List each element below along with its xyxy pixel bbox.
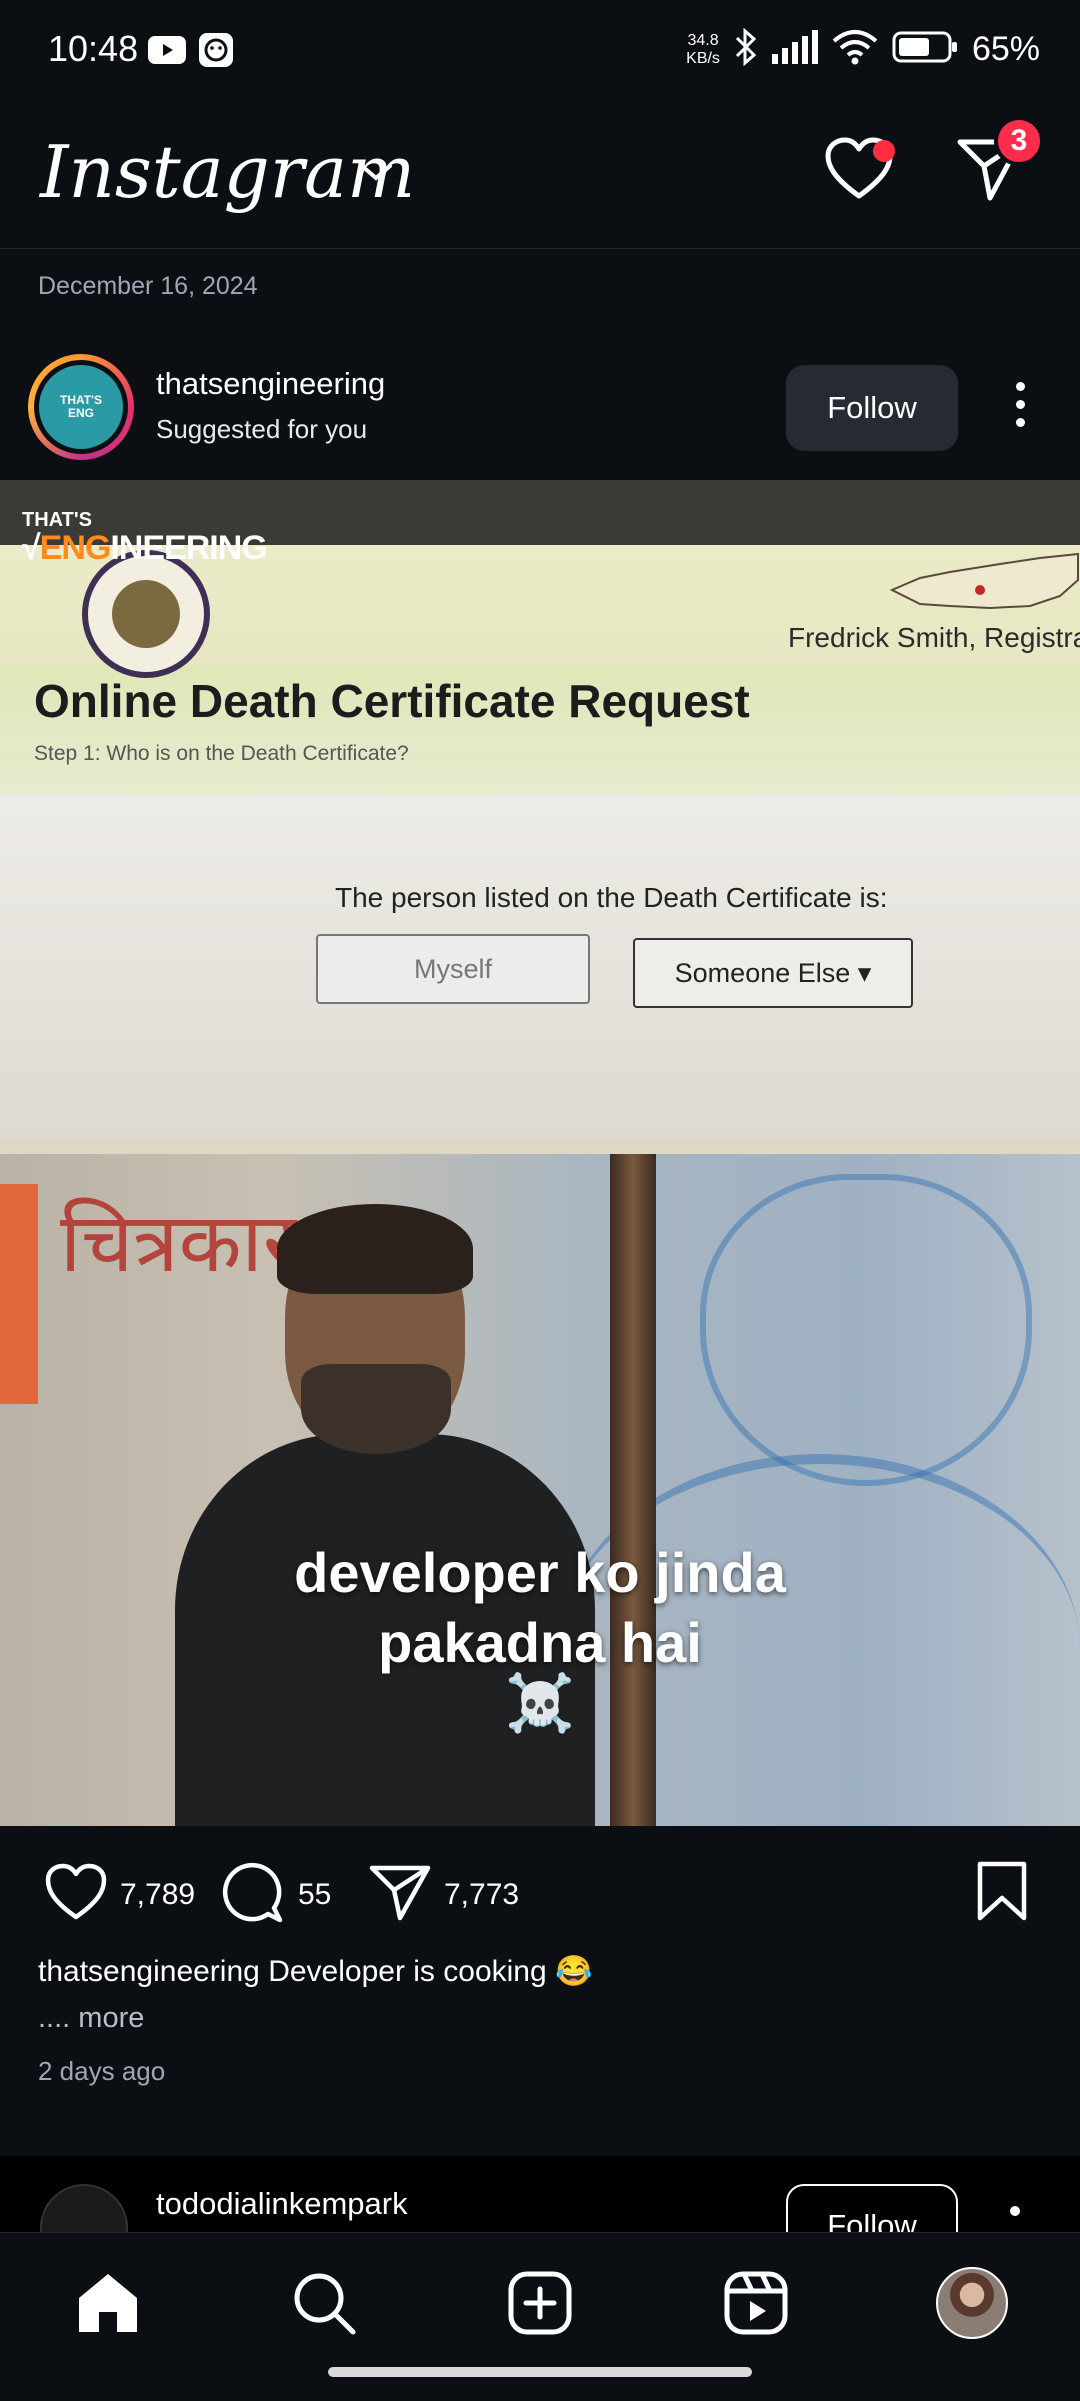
option-myself: Myself [316,934,590,1004]
status-right-group: 34.8 KB/s 65% [686,27,1040,71]
comment-count[interactable]: 55 [298,1878,331,1912]
brand-avatar-image: THAT'S ENG [39,365,123,449]
suggested-label: Suggested for you [156,414,368,444]
search-icon[interactable] [286,2265,362,2341]
wall-poster [0,1184,38,1404]
signal-icon [771,30,818,69]
notification-dot [873,140,895,162]
cert-step: Step 1: Who is on the Death Certificate? [34,742,409,765]
home-icon[interactable] [70,2265,146,2341]
post-author-avatar[interactable]: THAT'S ENG [28,354,134,460]
battery-percent: 65% [971,30,1040,68]
messages-badge: 3 [994,116,1044,166]
caption-username[interactable]: thatsengineering [38,1955,260,1988]
state-seal-icon [82,550,210,678]
post-media[interactable]: THAT'S √ENGINEERING Fredrick Smith, Regi… [0,480,1080,1826]
gesture-home-bar[interactable] [328,2367,752,2377]
follow-button[interactable]: Follow [786,365,958,451]
share-icon[interactable] [368,1862,432,1927]
like-count[interactable]: 7,789 [120,1878,195,1912]
bluetooth-icon [734,27,758,71]
wifi-icon [832,29,878,70]
youtube-notification-icon [148,36,186,69]
previous-post-date: December 16, 2024 [38,272,258,300]
post-username[interactable]: thatsengineering [156,366,385,402]
app-header: Instagram 3 [0,100,1080,249]
cert-question: The person listed on the Death Certifica… [335,882,888,913]
share-count[interactable]: 7,773 [444,1878,519,1912]
next-post-username[interactable]: tododialinkempark [156,2186,408,2222]
option-someone-else: Someone Else ▾ [633,938,913,1008]
battery-icon [892,31,958,68]
save-bookmark-icon[interactable] [974,1860,1030,1927]
more-options-icon[interactable] [1000,382,1040,432]
state-map-icon [889,550,1080,620]
status-bar: 10:48 34.8 KB/s 65% [0,0,1080,100]
post-caption: thatsengineering Developer is cooking 😂 [38,1954,592,1989]
cert-title: Online Death Certificate Request [34,675,750,727]
video-caption-overlay: developer ko jinda pakadna hai [294,1541,786,1674]
reels-icon[interactable] [718,2265,794,2341]
create-post-icon[interactable] [502,2265,578,2341]
skull-emoji: ☠️ [505,1671,575,1734]
wall-mural-face [700,1174,1032,1486]
registrar-text: Fredrick Smith, Registra [788,622,1080,653]
next-post-more-icon[interactable] [1010,2206,1020,2216]
chevron-down-icon[interactable] [358,160,394,189]
app-notification-icon [198,32,234,73]
caption-more-link[interactable]: .... more [38,2002,144,2035]
post-time-ago: 2 days ago [38,2056,166,2086]
comment-icon[interactable] [222,1862,286,1931]
brand-watermark: THAT'S √ENGINEERING [22,509,268,567]
like-heart-icon[interactable] [44,1862,108,1927]
profile-avatar[interactable] [934,2265,1010,2341]
network-speed: 34.8 KB/s [686,31,720,67]
caption-text: Developer is cooking 😂 [268,1955,593,1988]
post-actions: 7,789 55 7,773 [0,1826,1080,1956]
status-time: 10:48 [48,28,139,69]
